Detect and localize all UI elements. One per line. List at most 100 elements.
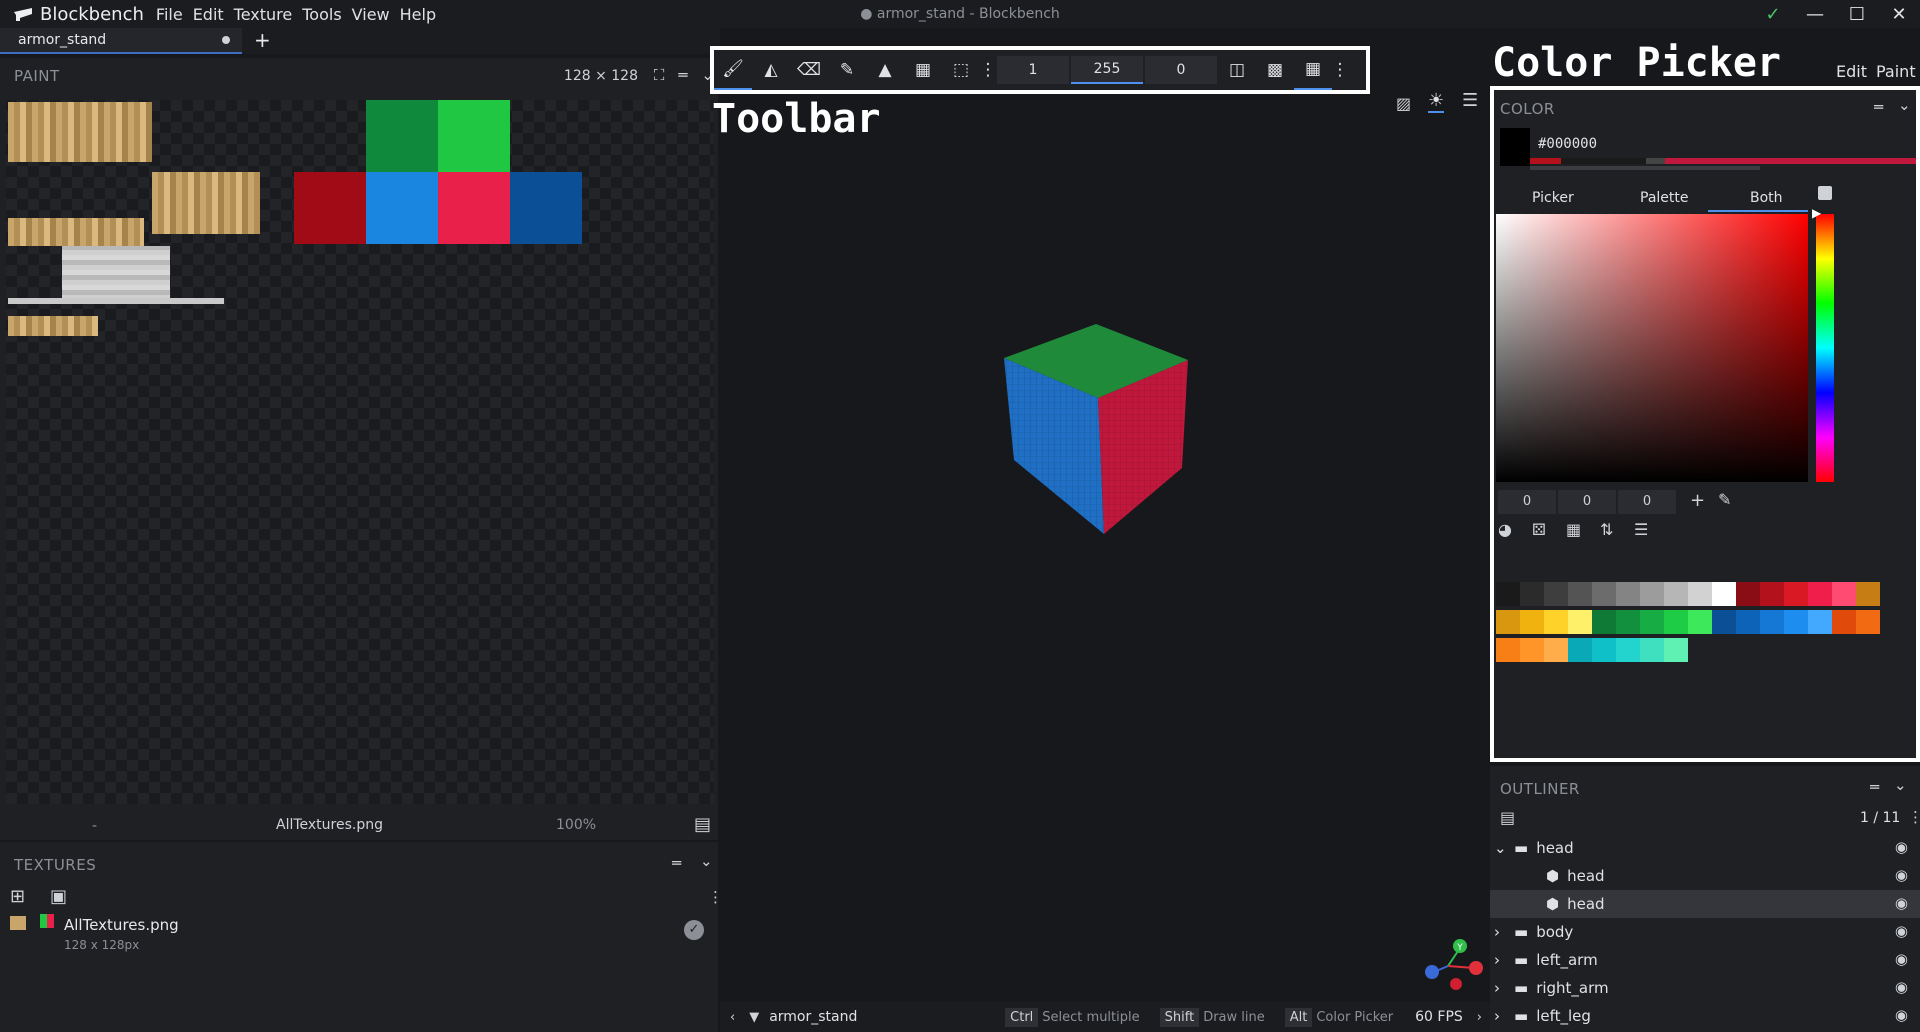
3d-viewport[interactable]: ▨ ☀ ☰ Y: [720, 54, 1490, 1002]
chevron-right-icon[interactable]: ›: [1494, 979, 1510, 997]
more-icon[interactable]: ⋮: [980, 50, 997, 90]
palette-swatch[interactable]: [1664, 582, 1688, 606]
eye-off-icon[interactable]: ◉: [1895, 922, 1908, 940]
tab-armor-stand[interactable]: armor_stand: [0, 28, 242, 54]
fullscreen-icon[interactable]: ⛶: [654, 66, 665, 84]
outliner-row[interactable]: ⬢ head ◉: [1490, 862, 1920, 890]
palette-swatch[interactable]: [1592, 638, 1616, 662]
menu-edit[interactable]: Edit: [193, 5, 224, 24]
checkbox-toggle[interactable]: [1818, 186, 1832, 200]
palette-swatch[interactable]: [1544, 582, 1568, 606]
palette-swatch[interactable]: [1688, 582, 1712, 606]
palette-icon[interactable]: ◕: [1498, 520, 1512, 539]
outliner-row[interactable]: › ▬ body ◉: [1490, 918, 1920, 946]
image-icon[interactable]: ▨: [1396, 94, 1411, 113]
palette-swatch[interactable]: [1688, 610, 1712, 634]
eye-off-icon[interactable]: ◉: [1895, 950, 1908, 968]
palette-swatch[interactable]: [1568, 610, 1592, 634]
brush-softness-input[interactable]: 0: [1145, 56, 1217, 84]
footer-zoom[interactable]: 100%: [556, 817, 596, 833]
checklist-icon[interactable]: ☰: [1634, 520, 1648, 539]
palette-swatch[interactable]: [1640, 582, 1664, 606]
palette-swatch[interactable]: [1832, 610, 1856, 634]
chevron-down-icon[interactable]: ⌄: [1898, 96, 1911, 114]
gradient-tool-icon[interactable]: ▦: [904, 50, 942, 90]
color-picker-tool-icon[interactable]: ✎: [828, 50, 866, 90]
hue-slider[interactable]: [1816, 214, 1834, 482]
palette-swatch[interactable]: [1592, 610, 1616, 634]
menu-tools[interactable]: Tools: [302, 5, 341, 24]
chevron-down-icon[interactable]: ⌄: [700, 852, 713, 870]
uv-canvas[interactable]: [6, 100, 714, 804]
palette-swatch[interactable]: [1712, 582, 1736, 606]
grid-palette-icon[interactable]: ▦: [1566, 520, 1581, 539]
eye-off-icon[interactable]: ◉: [1895, 978, 1908, 996]
palette-swatch[interactable]: [1616, 610, 1640, 634]
minimize-button[interactable]: —: [1794, 4, 1836, 25]
outliner-row[interactable]: › ▬ left_leg ◉: [1490, 1002, 1920, 1030]
menu-lines-icon[interactable]: ═: [678, 66, 687, 84]
palette-swatch[interactable]: [1736, 582, 1760, 606]
chevron-down-icon[interactable]: ⌄: [1494, 839, 1510, 857]
brush-size-input[interactable]: 1: [997, 56, 1069, 84]
palette-swatch[interactable]: [1832, 582, 1856, 606]
import-texture-icon[interactable]: ▣: [50, 886, 67, 907]
outliner-row[interactable]: ⬢ head ◉: [1490, 890, 1920, 918]
palette-swatch[interactable]: [1736, 610, 1760, 634]
palette-swatch[interactable]: [1640, 610, 1664, 634]
palette-swatch[interactable]: [1760, 582, 1784, 606]
more-options-icon[interactable]: ⋮: [1908, 808, 1920, 826]
more-icon[interactable]: ⋮: [1332, 50, 1349, 90]
chevron-down-icon[interactable]: ⌄: [1894, 776, 1907, 794]
palette-swatch[interactable]: [1784, 610, 1808, 634]
mode-paint[interactable]: Paint: [1876, 62, 1916, 81]
chevron-right-icon[interactable]: ›: [1494, 951, 1510, 969]
menu-texture[interactable]: Texture: [234, 5, 293, 24]
menu-file[interactable]: File: [156, 5, 183, 24]
palette-swatch[interactable]: [1496, 638, 1520, 662]
add-texture-icon[interactable]: ⊞: [10, 886, 25, 907]
add-tab-button[interactable]: +: [254, 28, 271, 52]
shape-tool-icon[interactable]: ▲: [866, 50, 904, 90]
palette-swatch[interactable]: [1856, 582, 1880, 606]
check-circle-icon[interactable]: ✓: [684, 920, 704, 940]
tab-palette[interactable]: Palette: [1640, 190, 1689, 206]
mirror-painting-icon[interactable]: ◫: [1218, 50, 1256, 90]
palette-swatch[interactable]: [1568, 582, 1592, 606]
palette-swatch[interactable]: [1856, 610, 1880, 634]
panel-menu-icon[interactable]: ═: [1870, 778, 1879, 796]
eyedropper-icon[interactable]: ✎: [1718, 490, 1731, 509]
pixel-grid-icon[interactable]: ▦: [1294, 50, 1332, 90]
palette-swatch[interactable]: [1616, 582, 1640, 606]
mode-edit[interactable]: Edit: [1836, 62, 1867, 81]
add-color-icon[interactable]: +: [1690, 490, 1705, 511]
hue-pointer-icon[interactable]: ▶: [1812, 206, 1821, 220]
axis-gizmo-icon[interactable]: Y: [1420, 934, 1484, 998]
palette-swatch[interactable]: [1544, 610, 1568, 634]
chevron-right-icon[interactable]: ›: [1494, 1007, 1510, 1025]
palette-swatch[interactable]: [1784, 582, 1808, 606]
red-input[interactable]: 0: [1498, 490, 1556, 514]
eye-icon[interactable]: ◉: [1895, 894, 1908, 912]
texture-list-item[interactable]: AllTextures.png 128 x 128px ✓: [0, 912, 718, 960]
outliner-row[interactable]: › ▬ right_arm ◉: [1490, 974, 1920, 1002]
palette-swatch[interactable]: [1544, 638, 1568, 662]
tab-picker[interactable]: Picker: [1532, 190, 1574, 206]
palette-swatch[interactable]: [1640, 638, 1664, 662]
color-history-scroll[interactable]: [1530, 166, 1760, 170]
add-group-icon[interactable]: ▤: [1500, 808, 1515, 827]
current-color-swatch[interactable]: [1500, 128, 1530, 166]
palette-swatch[interactable]: [1712, 610, 1736, 634]
palette-swatch[interactable]: [1520, 582, 1544, 606]
outliner-row[interactable]: ⌄ ▬ head ◉: [1490, 834, 1920, 862]
palette-swatch[interactable]: [1520, 610, 1544, 634]
palette-swatch[interactable]: [1664, 638, 1688, 662]
palette-swatch[interactable]: [1496, 610, 1520, 634]
palette-swatch[interactable]: [1520, 638, 1544, 662]
palette-swatch[interactable]: [1496, 582, 1520, 606]
chevron-right-icon[interactable]: ›: [1494, 923, 1510, 941]
palette-swatch[interactable]: [1568, 638, 1592, 662]
palette-swatch[interactable]: [1592, 582, 1616, 606]
palette-swatch[interactable]: [1808, 582, 1832, 606]
brush-tool-icon[interactable]: 🖌: [714, 50, 752, 90]
